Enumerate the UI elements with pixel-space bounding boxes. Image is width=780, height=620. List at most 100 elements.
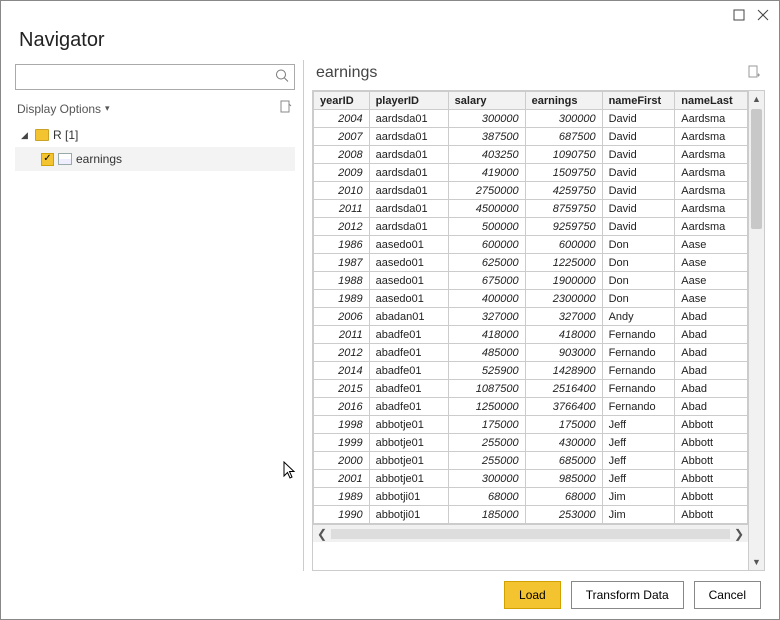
scroll-left-icon[interactable]: ❮: [313, 527, 331, 541]
table-cell: 327000: [525, 308, 602, 326]
table-cell: 327000: [448, 308, 525, 326]
table-cell: Aardsma: [675, 110, 748, 128]
table-row[interactable]: 2014abadfe015259001428900FernandoAbad: [314, 362, 748, 380]
col-header[interactable]: salary: [448, 92, 525, 110]
table-row[interactable]: 2016abadfe0112500003766400FernandoAbad: [314, 398, 748, 416]
search-wrap: [15, 64, 295, 90]
table-row[interactable]: 1989abbotji016800068000JimAbbott: [314, 488, 748, 506]
table-cell: aardsda01: [369, 110, 448, 128]
table-cell: 403250: [448, 146, 525, 164]
table-cell: 500000: [448, 218, 525, 236]
table-cell: abbotje01: [369, 452, 448, 470]
table-cell: 2300000: [525, 290, 602, 308]
table-cell: Aardsma: [675, 182, 748, 200]
table-cell: 185000: [448, 506, 525, 524]
scroll-down-icon[interactable]: ▼: [749, 554, 764, 570]
horizontal-scrollbar[interactable]: ❮ ❯: [313, 524, 748, 542]
table-row[interactable]: 2006abadan01327000327000AndyAbad: [314, 308, 748, 326]
table-cell: 2001: [314, 470, 370, 488]
refresh-preview-icon[interactable]: [279, 100, 293, 117]
table-row[interactable]: 1989aasedo014000002300000DonAase: [314, 290, 748, 308]
left-pane: Display Options ▾ ◢ R [1] earnings: [15, 60, 295, 571]
table-cell: 2004: [314, 110, 370, 128]
table-cell: David: [602, 146, 675, 164]
dialog-footer: Load Transform Data Cancel: [1, 571, 779, 619]
v-scroll-thumb[interactable]: [751, 109, 762, 229]
table-cell: David: [602, 182, 675, 200]
caret-down-icon: ◢: [21, 130, 31, 141]
table-row[interactable]: 2004aardsda01300000300000DavidAardsma: [314, 110, 748, 128]
table-cell: aardsda01: [369, 146, 448, 164]
table-cell: 1986: [314, 236, 370, 254]
table-cell: aasedo01: [369, 236, 448, 254]
table-row[interactable]: 1998abbotje01175000175000JeffAbbott: [314, 416, 748, 434]
close-button[interactable]: [753, 5, 773, 25]
table-row[interactable]: 1988aasedo016750001900000DonAase: [314, 272, 748, 290]
table-cell: aardsda01: [369, 164, 448, 182]
cancel-button[interactable]: Cancel: [694, 581, 761, 609]
col-header[interactable]: nameFirst: [602, 92, 675, 110]
table-cell: 2008: [314, 146, 370, 164]
minimize-button[interactable]: [729, 5, 749, 25]
table-cell: 2000: [314, 452, 370, 470]
table-cell: David: [602, 110, 675, 128]
table-row[interactable]: 2007aardsda01387500687500DavidAardsma: [314, 128, 748, 146]
preview-title: earnings: [316, 64, 377, 82]
table-row[interactable]: 2012aardsda015000009259750DavidAardsma: [314, 218, 748, 236]
table-row[interactable]: 2015abadfe0110875002516400FernandoAbad: [314, 380, 748, 398]
table-cell: aardsda01: [369, 218, 448, 236]
table-row[interactable]: 2011aardsda0145000008759750DavidAardsma: [314, 200, 748, 218]
col-header[interactable]: earnings: [525, 92, 602, 110]
table-row[interactable]: 2008aardsda014032501090750DavidAardsma: [314, 146, 748, 164]
tree-node-earnings[interactable]: earnings: [15, 147, 295, 171]
v-scroll-track[interactable]: [749, 107, 764, 554]
table-row[interactable]: 1990abbotji01185000253000JimAbbott: [314, 506, 748, 524]
table-cell: Abad: [675, 398, 748, 416]
chevron-down-icon: ▾: [105, 103, 110, 114]
scroll-right-icon[interactable]: ❯: [730, 527, 748, 541]
table-cell: 418000: [448, 326, 525, 344]
table-cell: 2016: [314, 398, 370, 416]
col-header[interactable]: nameLast: [675, 92, 748, 110]
table-cell: Fernando: [602, 326, 675, 344]
table-cell: abbotje01: [369, 434, 448, 452]
table-cell: 600000: [525, 236, 602, 254]
transform-data-button[interactable]: Transform Data: [571, 581, 684, 609]
table-cell: Abbott: [675, 452, 748, 470]
col-header[interactable]: yearID: [314, 92, 370, 110]
table-row[interactable]: 2011abadfe01418000418000FernandoAbad: [314, 326, 748, 344]
dialog-title: Navigator: [19, 29, 761, 52]
table-row[interactable]: 1986aasedo01600000600000DonAase: [314, 236, 748, 254]
load-button[interactable]: Load: [504, 581, 561, 609]
table-row[interactable]: 2001abbotje01300000985000JeffAbbott: [314, 470, 748, 488]
table-row[interactable]: 1987aasedo016250001225000DonAase: [314, 254, 748, 272]
table-cell: Abad: [675, 362, 748, 380]
table-cell: 1087500: [448, 380, 525, 398]
table-row[interactable]: 1999abbotje01255000430000JeffAbbott: [314, 434, 748, 452]
table-row[interactable]: 2000abbotje01255000685000JeffAbbott: [314, 452, 748, 470]
table-cell: Aardsma: [675, 164, 748, 182]
col-header[interactable]: playerID: [369, 92, 448, 110]
tree-checkbox[interactable]: [41, 153, 54, 166]
tree-node-root[interactable]: ◢ R [1]: [15, 123, 295, 147]
table-row[interactable]: 2009aardsda014190001509750DavidAardsma: [314, 164, 748, 182]
table-cell: aardsda01: [369, 200, 448, 218]
h-scroll-track[interactable]: [331, 529, 730, 539]
table-row[interactable]: 2012abadfe01485000903000FernandoAbad: [314, 344, 748, 362]
preview-grid-scroll[interactable]: yearID playerID salary earnings nameFirs…: [313, 91, 748, 570]
search-input[interactable]: [15, 64, 295, 90]
table-cell: abbotje01: [369, 416, 448, 434]
vertical-scrollbar[interactable]: ▲ ▼: [748, 91, 764, 570]
table-cell: abbotje01: [369, 470, 448, 488]
search-icon[interactable]: [275, 69, 289, 86]
table-cell: 300000: [448, 110, 525, 128]
table-cell: 68000: [525, 488, 602, 506]
table-cell: aasedo01: [369, 290, 448, 308]
table-row[interactable]: 2010aardsda0127500004259750DavidAardsma: [314, 182, 748, 200]
table-cell: 1999: [314, 434, 370, 452]
table-cell: Aase: [675, 272, 748, 290]
table-cell: Abbott: [675, 506, 748, 524]
add-column-icon[interactable]: [747, 65, 761, 82]
display-options-dropdown[interactable]: Display Options ▾: [17, 102, 110, 116]
scroll-up-icon[interactable]: ▲: [749, 91, 764, 107]
